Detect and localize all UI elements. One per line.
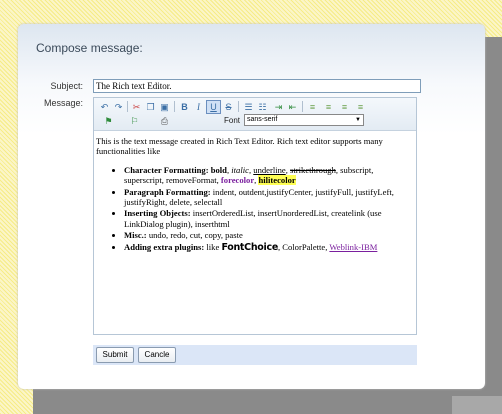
list-item: Adding extra plugins: like FontChoice, C… (124, 242, 414, 253)
print-icon[interactable]: ⎙ (158, 115, 171, 127)
dialog-shadow-corner (452, 396, 502, 414)
editor-toolbar: ↶ ↷ ✂ ❐ ▣ B I U S ☰ ☷ ⇥ ⇤ ≡ ≡ ≡ ≡ ⚑ ⚐ ⎙ … (94, 98, 416, 131)
font-select[interactable]: sans-serif ▼ (244, 114, 364, 126)
justify-right-icon[interactable]: ≡ (338, 101, 351, 113)
subject-input[interactable]: The Rich text Editor. (93, 79, 421, 93)
list-item: Inserting Objects: insertOrderedList, in… (124, 208, 414, 229)
message-label: Message: (43, 98, 83, 108)
list-item: Character Formatting: bold, italic, unde… (124, 165, 414, 186)
insert-link-icon[interactable]: ⚑ (102, 115, 115, 127)
cut-icon[interactable]: ✂ (130, 101, 143, 113)
submit-button[interactable]: Submit (96, 347, 134, 363)
undo-icon[interactable]: ↶ (98, 101, 111, 113)
list-item: Paragraph Formatting: indent, outdent,ju… (124, 187, 414, 208)
subject-label: Subject: (50, 81, 83, 91)
bold-icon[interactable]: B (178, 101, 191, 113)
compose-dialog: Compose message: Subject: The Rich text … (18, 24, 485, 389)
underline-icon[interactable]: U (206, 100, 221, 114)
rich-text-editor[interactable]: ↶ ↷ ✂ ❐ ▣ B I U S ☰ ☷ ⇥ ⇤ ≡ ≡ ≡ ≡ ⚑ ⚐ ⎙ … (93, 97, 417, 335)
editor-content[interactable]: This is the text message created in Rich… (94, 131, 416, 253)
ordered-list-icon[interactable]: ☰ (242, 101, 255, 113)
button-bar: Submit Cancle (93, 345, 417, 365)
justify-center-icon[interactable]: ≡ (322, 101, 335, 113)
unordered-list-icon[interactable]: ☷ (256, 101, 269, 113)
cancel-button[interactable]: Cancle (138, 347, 176, 363)
list-item: Misc.: undo, redo, cut, copy, paste (124, 230, 414, 240)
copy-icon[interactable]: ❐ (144, 101, 157, 113)
weblink-ibm-link[interactable]: Weblink-IBM (329, 242, 377, 252)
indent-icon[interactable]: ⇥ (272, 101, 285, 113)
justify-full-icon[interactable]: ≡ (354, 101, 367, 113)
dialog-title: Compose message: (36, 41, 143, 55)
font-select-value: sans-serif (247, 116, 278, 123)
intro-paragraph: This is the text message created in Rich… (96, 136, 383, 157)
outdent-icon[interactable]: ⇤ (286, 101, 299, 113)
italic-icon[interactable]: I (192, 101, 205, 113)
feature-list: Character Formatting: bold, italic, unde… (96, 165, 414, 253)
unlink-icon[interactable]: ⚐ (128, 115, 141, 127)
strikethrough-icon[interactable]: S (222, 101, 235, 113)
justify-left-icon[interactable]: ≡ (306, 101, 319, 113)
font-label: Font (224, 116, 241, 125)
chevron-down-icon: ▼ (355, 117, 361, 123)
redo-icon[interactable]: ↷ (112, 101, 125, 113)
paste-icon[interactable]: ▣ (158, 101, 171, 113)
